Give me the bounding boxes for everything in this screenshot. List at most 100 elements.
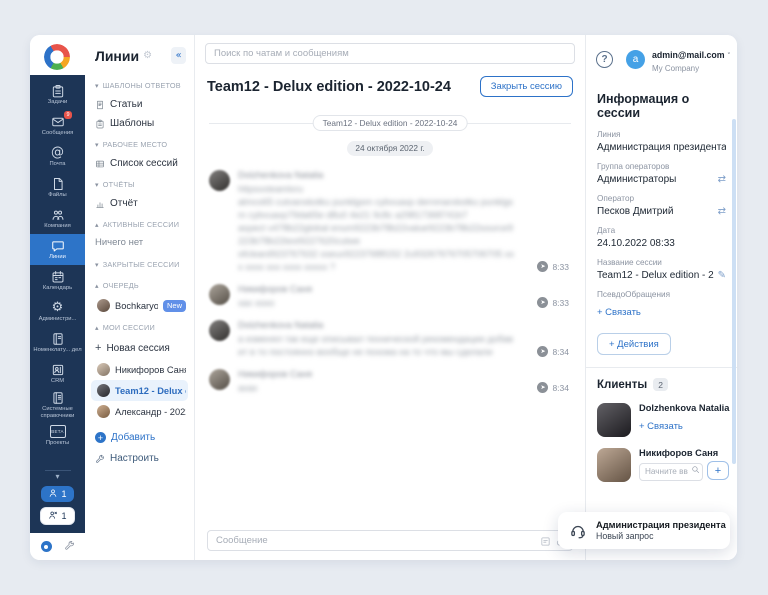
field-label: Группа операторов <box>597 162 726 171</box>
rail-item-admin[interactable]: ⚙Администри... <box>30 296 85 327</box>
session-field: ПсевдоОбращения+ Связать <box>597 290 726 320</box>
session-fields: ЛинияАдминистрация президентаГруппа опер… <box>597 130 726 320</box>
sidebar-section-header[interactable]: ▴АКТИВНЫЕ СЕССИИ <box>95 213 188 234</box>
message-text-redacted: а изменял так еще описывал технической р… <box>238 333 515 359</box>
message-row[interactable]: Dolzhenkova Natalia а изменял так еще опи… <box>209 316 571 365</box>
session-avatar <box>97 405 110 418</box>
sidebar-collapse-button[interactable]: « <box>171 47 186 64</box>
rail-item-sysref[interactable]: Системные справочники <box>30 389 85 420</box>
session-avatar <box>97 363 110 376</box>
app-logo[interactable] <box>44 44 70 70</box>
field-value: Администрация президента <box>597 142 726 153</box>
rail-item-crm[interactable]: CRM <box>30 358 85 389</box>
sysref-icon <box>51 390 65 405</box>
scrollbar-thumb[interactable] <box>732 119 736 464</box>
field-value: Песков Дмитрий <box>597 206 673 217</box>
rail-item-label: Сообщения <box>42 130 73 136</box>
sidebar-gear-icon[interactable]: ⚙ <box>143 50 152 61</box>
account-header: ? a admin@mail.com ˅ My Company <box>586 35 737 82</box>
message-input[interactable] <box>207 530 573 551</box>
client-row[interactable]: Никифоров Саня + <box>597 448 726 482</box>
client-add-button[interactable]: + <box>707 461 729 480</box>
clients-list: Dolzhenkova Natalia+ Связать Никифоров Са… <box>597 403 726 482</box>
date-chip: 24 октября 2022 г. <box>347 141 432 156</box>
icon-rail: ЗадачиСообщения9@ПочтаФайлы Компания Линии… <box>30 35 85 560</box>
session-field: Группа операторовАдминистраторы⇄ <box>597 162 726 185</box>
session-avatar <box>97 384 110 397</box>
sidebar-section-header[interactable]: ▾РАБОЧЕЕ МЕСТО <box>95 133 188 154</box>
chat-column: Team12 - Delux edition - 2022-10-24 Закр… <box>195 35 585 560</box>
status-dot-icon[interactable] <box>41 541 52 552</box>
actions-button[interactable]: + Действия <box>597 333 671 355</box>
mail-icon: @ <box>51 145 64 160</box>
account-avatar[interactable]: a <box>626 50 645 69</box>
clients-title: Клиенты <box>597 379 647 391</box>
link-connect[interactable]: + Связать <box>597 307 641 318</box>
rail-item-projects[interactable]: BETAПроекты <box>30 420 85 451</box>
rail-footer <box>30 533 85 560</box>
rail-item-label: Компания <box>44 223 71 229</box>
rail-item-nomenclature[interactable]: Номенклату... дел <box>30 327 85 358</box>
sidebar-section-header[interactable]: ▴ОЧЕРЕДЬ <box>95 274 188 295</box>
session-label: Team12 - Delux edition - 2022 <box>115 386 186 396</box>
rail-item-tasks[interactable]: Задачи <box>30 79 85 110</box>
rail-item-messages[interactable]: Сообщения9 <box>30 110 85 141</box>
rail-item-calendar[interactable]: Календарь <box>30 265 85 296</box>
user-counter-value: 1 <box>61 489 66 499</box>
telegram-channel-icon: ➤ <box>537 346 548 357</box>
sidebar-item[interactable]: Список сессий <box>95 154 188 173</box>
message-avatar <box>209 320 230 341</box>
template-note-icon[interactable] <box>540 534 551 552</box>
rail-item-lines[interactable]: Линии <box>30 234 85 265</box>
account-info[interactable]: admin@mail.com ˅ My Company <box>652 45 731 73</box>
settings-wrench-icon[interactable] <box>64 538 75 556</box>
search-input[interactable] <box>205 43 575 64</box>
online-users-counter[interactable]: 1 <box>41 486 73 502</box>
rail-collapse-chevron-icon[interactable]: ▾ <box>45 470 71 481</box>
edit-pencil-icon[interactable]: ✎ <box>718 270 726 281</box>
notification-toast[interactable]: Администрация президента Новый запрос <box>558 512 730 549</box>
message-time: 8:33 <box>552 298 569 308</box>
rail-item-files[interactable]: Файлы <box>30 172 85 203</box>
session-list-item[interactable]: Team12 - Delux edition - 2022 <box>91 380 188 401</box>
configure-button[interactable]: Настроить <box>95 447 188 470</box>
sidebar-section-header[interactable]: ▾ОТЧЁТЫ <box>95 173 188 194</box>
date-chip-row: 24 октября 2022 г. <box>209 138 571 156</box>
message-row[interactable]: Никифоров Саняахах➤8:34 <box>209 365 571 401</box>
add-button[interactable]: +Добавить <box>95 422 188 447</box>
message-row[interactable]: Dolzhenkova Nataliahttpsxxteamlxrualmco6… <box>209 166 571 280</box>
message-row[interactable]: Никифоров Саняхах хохо➤8:33 <box>209 280 571 316</box>
field-value: 24.10.2022 08:33 <box>597 238 675 249</box>
template-icon <box>95 119 105 129</box>
sidebar-section-header[interactable]: ▾ЗАКРЫТЫЕ СЕССИИ <box>95 253 188 274</box>
field-label: Оператор <box>597 194 726 203</box>
sidebar-section-header[interactable]: ▾ШАБЛОНЫ ОТВЕТОВ <box>95 74 188 95</box>
rail-item-label: Календарь <box>43 285 72 291</box>
session-list-item[interactable]: Александр - 2022-10-20 <box>95 401 188 422</box>
new-session-button[interactable]: +Новая сессия <box>95 337 188 359</box>
help-icon[interactable]: ? <box>596 51 613 68</box>
session-list-item[interactable]: Bochkaryov Kirill - 2022-1New <box>95 295 188 316</box>
plus-circle-icon: + <box>95 432 106 443</box>
sidebar-item[interactable]: Шаблоны <box>95 114 188 133</box>
swap-operator-icon[interactable]: ⇄ <box>718 206 726 217</box>
sidebar-section-header[interactable]: ▴МОИ СЕССИИ <box>95 316 188 337</box>
session-label: Александр - 2022-10-20 <box>115 407 186 417</box>
rail-item-company[interactable]: Компания <box>30 203 85 234</box>
clients-header: Клиенты 2 <box>597 378 726 391</box>
rail-item-mail[interactable]: @Почта <box>30 141 85 172</box>
session-list-item[interactable]: Никифоров Саня - 2022-10-24 <box>95 359 188 380</box>
sidebar-item[interactable]: Отчёт <box>95 194 188 213</box>
swap-operator-icon[interactable]: ⇄ <box>718 174 726 185</box>
client-avatar <box>597 403 631 437</box>
client-name: Никифоров Саня <box>639 448 729 458</box>
online-operators-counter[interactable]: 1 <box>40 507 74 525</box>
close-session-button[interactable]: Закрыть сессию <box>480 76 573 97</box>
message-author-redacted: Dolzhenkova Natalia <box>238 320 515 330</box>
chat-messages-area[interactable]: Team12 - Delux edition - 2022-10-24 24 о… <box>195 106 585 504</box>
session-avatar <box>97 299 110 312</box>
client-connect-link[interactable]: + Связать <box>639 421 683 432</box>
client-row[interactable]: Dolzhenkova Natalia+ Связать <box>597 403 726 437</box>
sidebar-item[interactable]: Статьи <box>95 95 188 114</box>
message-text-redacted: almco65 cutvanxkotku punklgsm cybvuaxp d… <box>238 196 515 222</box>
